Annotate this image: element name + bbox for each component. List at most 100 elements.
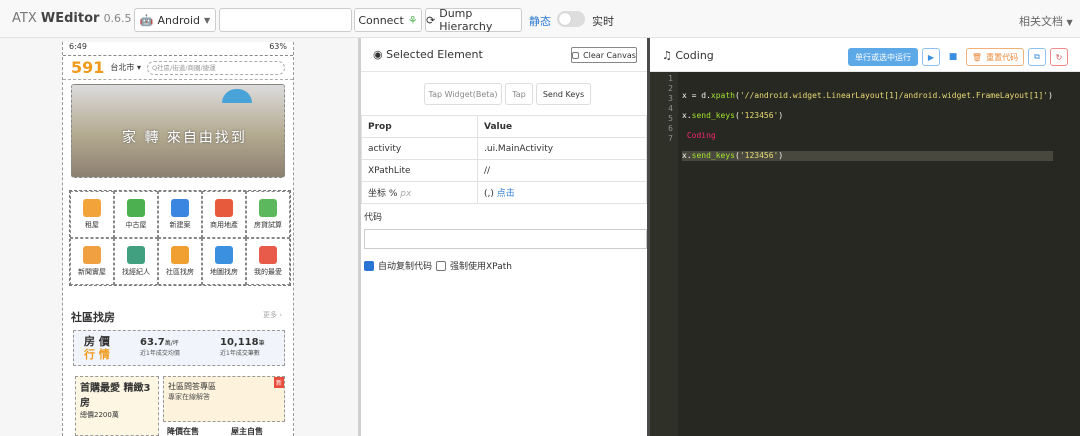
coding-header: ♫ Coding 单行或选中运行 ▶ ■ 🗑 重置代码 ⧉ ↻ [650,38,1080,72]
grid-item[interactable]: 新建案 [158,191,202,238]
run-selected-button[interactable]: 单行或选中运行 [848,48,918,66]
avg-price-unit: 萬/坪 [164,340,179,347]
calculator-icon [259,199,277,217]
run-button[interactable]: ▶ [922,48,940,66]
code-token: Coding [682,131,716,140]
phone-search-box[interactable]: Q社區/街道/商圈/捷運 [146,60,285,75]
auto-copy-checkbox[interactable] [364,260,374,271]
line-number: 5 [668,114,673,123]
grid-item[interactable]: 新聞實屋 [70,238,114,285]
price-summary[interactable]: 房 價 行 情 63.7萬/坪 近1年成交均價 10,118筆 近1年成交筆數 [73,330,285,366]
app-brand: ATX WEditor 0.6.5 [12,11,132,26]
promo-card-left[interactable]: 首購最愛 精緻3房 總價2200萬 [75,376,159,436]
tap-button[interactable]: Tap [505,83,533,105]
card-bottom-right[interactable]: 屋主自售 [231,426,263,436]
coord-px-label: px [400,189,412,199]
stop-button[interactable]: ■ [944,48,962,66]
code-line: x = d.xpath('//android.widget.LinearLayo… [682,91,1053,100]
prop-value[interactable]: // [477,159,647,182]
platform-value: Android [157,13,201,27]
house-icon [83,199,101,217]
clear-canvas-button[interactable]: Clear Canvas [571,47,637,63]
grid-item-label: 商用地產 [210,221,238,229]
grid-item[interactable]: 商用地產 [202,191,246,238]
grid-item[interactable]: 我的最愛 [246,238,290,285]
news-icon [83,246,101,264]
force-xpath-checkbox[interactable] [436,260,447,271]
prop-name: activity [361,137,478,160]
copy-button[interactable]: ⧉ [1028,48,1046,66]
reset-code-button[interactable]: 🗑 重置代码 [966,48,1024,66]
dump-hierarchy-button[interactable]: ⟳ Dump Hierarchy [425,7,522,33]
docs-label: 相关文档 [1019,15,1063,28]
section-title: 社區找房 [71,311,115,324]
code-string: '//android.widget.LinearLayout[1]/androi… [739,91,1049,100]
deal-count-note: 近1年成交筆數 [220,350,260,357]
grid-item[interactable]: 租屋 [70,191,114,238]
platform-select[interactable]: 🤖 Android ▼ [134,8,216,32]
device-address-input[interactable] [219,8,352,32]
line-number: 7 [668,134,673,143]
card-right-note: 專家在線解答 [168,393,210,401]
line-number-gutter: 1 2 3 4 5 6 7 [650,72,678,436]
grid-item-label: 租屋 [85,221,99,229]
device-screen-pane: 6:49 63% 591 台北市 ▾ Q社區/街道/商圈/捷運 家 轉 來自由找… [0,38,358,436]
grid-item[interactable]: 房貸試算 [246,191,290,238]
line-number: 1 [668,74,673,83]
coding-pane: ♫ Coding 单行或选中运行 ▶ ■ 🗑 重置代码 ⧉ ↻ 1 2 3 4 … [650,38,1080,436]
coord-label: 坐标 % [368,189,398,199]
code-string: '123456' [739,151,779,160]
line-number: 6 [668,124,673,133]
inspector-title: ◉ Selected Element [373,48,483,61]
chevron-down-icon: ▼ [1066,18,1073,27]
inspector-pane: ◉ Selected Element Clear Canvas Tap Widg… [358,38,650,436]
phone-app-bar[interactable]: 591 台北市 ▾ Q社區/街道/商圈/捷運 [63,56,293,80]
grid-item-label: 我的最愛 [254,268,282,276]
grid-item-label: 新聞實屋 [78,268,106,276]
table-header-row: Prop Value [361,115,647,138]
app-logo: 591 [71,58,105,77]
docs-menu[interactable]: 相关文档 ▼ [1019,13,1073,29]
code-field[interactable] [364,229,647,249]
code-label: 代码 [364,213,383,223]
clear-canvas-label: Clear Canvas [583,50,636,60]
avg-price-stat: 63.7萬/坪 近1年成交均價 [140,337,180,357]
auto-copy-label: 自动复制代码 [378,262,433,272]
code-line: x.send_keys('123456') [682,111,784,120]
play-icon: ▶ [927,52,935,62]
grid-item[interactable]: 社區找房 [158,238,202,285]
code-token: send_keys [691,111,735,120]
reload-button[interactable]: ↻ [1050,48,1068,66]
grid-item-label: 社區找房 [166,268,194,276]
brand-name: WEditor [40,11,100,26]
coord-value: (,) [484,189,494,199]
code-line-current: x.send_keys('123456') [682,151,1053,161]
music-note-icon: ♫ [662,49,672,62]
promo-card-right[interactable]: 社區問答專區 專家在線解答 新 [163,376,285,422]
prop-value[interactable]: .ui.MainActivity [477,137,647,160]
send-keys-button[interactable]: Send Keys [536,83,591,105]
code-editor[interactable]: 1 2 3 4 5 6 7 x = d.xpath('//android.wid… [650,72,1080,436]
grid-item[interactable]: 找經紀人 [114,238,158,285]
checkbox-icon [572,51,580,59]
grid-item[interactable]: 地圖找房 [202,238,246,285]
community-icon [171,246,189,264]
dump-label: Dump Hierarchy [439,7,493,33]
connect-label: Connect [358,13,404,27]
connect-button[interactable]: Connect ⚘ [354,8,422,32]
grid-item[interactable]: 中古屋 [114,191,158,238]
prop-name: XPathLite [361,159,478,182]
price-label-bottom: 行 情 [84,348,110,361]
code-token: x = d. [682,91,711,100]
tap-widget-button[interactable]: Tap Widget(Beta) [424,83,502,105]
building-icon [171,199,189,217]
city-selector[interactable]: 台北市 ▾ [110,62,141,73]
card-bottom-left[interactable]: 降價在售 [167,426,199,436]
more-link[interactable]: 更多 › [263,310,282,320]
live-mode-toggle[interactable] [557,11,585,27]
grid-item-label: 找經紀人 [122,268,150,276]
coord-click-link[interactable]: 点击 [497,189,515,199]
device-screenshot[interactable]: 6:49 63% 591 台北市 ▾ Q社區/街道/商圈/捷運 家 轉 來自由找… [62,42,294,436]
promo-banner[interactable]: 家 轉 來自由找到 [71,84,285,178]
live-mode-label: 实时 [592,15,614,28]
